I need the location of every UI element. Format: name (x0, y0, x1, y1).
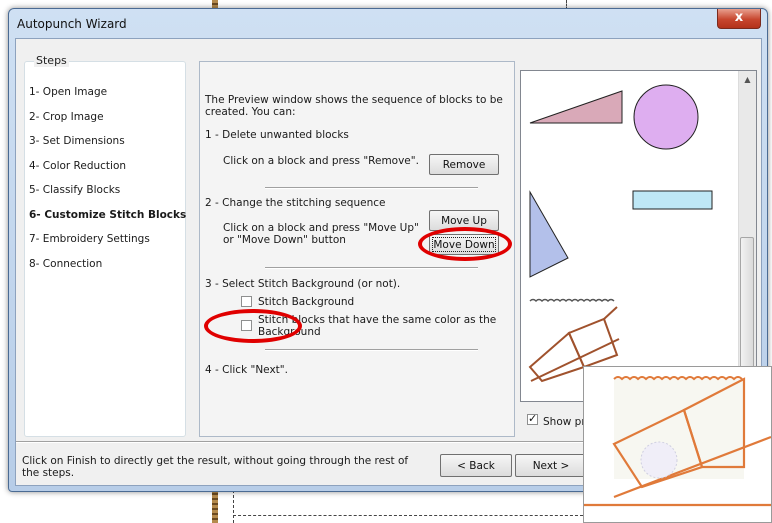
show-preview-checkbox[interactable] (527, 412, 538, 425)
block-circle-violet[interactable] (633, 84, 699, 150)
block-rect-light-blue[interactable] (632, 190, 713, 210)
zoom-faint-circle (640, 441, 678, 479)
steps-list: 1- Open Image 2- Crop Image 3- Set Dimen… (29, 80, 187, 276)
step2-hint-line2: or "Move Down" button (223, 234, 346, 246)
close-icon: x (734, 10, 744, 25)
scroll-thumb[interactable] (740, 237, 754, 387)
block-triangle-pink[interactable] (529, 90, 623, 124)
remove-button[interactable]: Remove (429, 154, 499, 175)
separator (265, 349, 478, 351)
intro-text-line2: created. You can: (205, 106, 296, 118)
close-button[interactable]: x (717, 9, 761, 29)
next-button[interactable]: Next > (515, 454, 587, 477)
step2-hint-line1: Click on a block and press "Move Up" (223, 222, 419, 234)
step-item: 8- Connection (29, 257, 103, 270)
step1-hint: Click on a block and press "Remove". (223, 155, 419, 167)
window-title: Autopunch Wizard (17, 17, 127, 31)
preview-canvas[interactable] (521, 71, 738, 399)
footer-hint-line2: the steps. (22, 467, 75, 479)
steps-groupbox: 1- Open Image 2- Crop Image 3- Set Dimen… (24, 61, 186, 437)
stitch-background-label: Stitch Background (258, 296, 355, 308)
step-item: 1- Open Image (29, 86, 108, 98)
background-guide-line-bottom (233, 515, 583, 516)
background-guide-line-left (233, 490, 234, 523)
step-item: 5- Classify Blocks (29, 184, 121, 196)
checkbox-highlight-ellipse (204, 309, 302, 343)
zoomed-preview-overlay (583, 366, 772, 523)
footer-hint-line1: Click on Finish to directly get the resu… (22, 455, 409, 467)
step2-title: 2 - Change the stitching sequence (205, 197, 386, 209)
steps-legend: Steps (34, 54, 69, 67)
separator (265, 267, 478, 269)
stitch-background-checkbox[interactable] (241, 296, 252, 307)
block-scallop-edge[interactable] (529, 298, 615, 303)
step4-title: 4 - Click "Next". (205, 364, 288, 376)
step-item: 2- Crop Image (29, 110, 104, 123)
instructions-panel: The Preview window shows the sequence of… (199, 61, 515, 437)
title-bar[interactable]: Autopunch Wizard x (9, 9, 767, 37)
scroll-up-arrow-icon[interactable]: ▲ (739, 71, 756, 88)
intro-text-line1: The Preview window shows the sequence of… (205, 94, 503, 106)
separator (265, 187, 478, 189)
back-button[interactable]: < Back (440, 454, 512, 477)
background-thread-bottom (212, 490, 218, 523)
move-down-highlight-ellipse (418, 227, 512, 261)
step-item: 4- Color Reduction (29, 159, 127, 172)
step-item: 7- Embroidery Settings (29, 233, 150, 245)
step-item: 3- Set Dimensions (29, 135, 125, 147)
zoomed-preview-canvas (584, 367, 771, 522)
preview-scrollbar[interactable]: ▲ (738, 71, 756, 401)
step1-title: 1 - Delete unwanted blocks (205, 129, 349, 141)
preview-panel[interactable]: ▲ (520, 70, 757, 402)
block-triangle-blue[interactable] (529, 190, 569, 278)
step-item-active: 6- Customize Stitch Blocks (29, 208, 187, 221)
step3-title: 3 - Select Stitch Background (or not). (205, 278, 401, 290)
